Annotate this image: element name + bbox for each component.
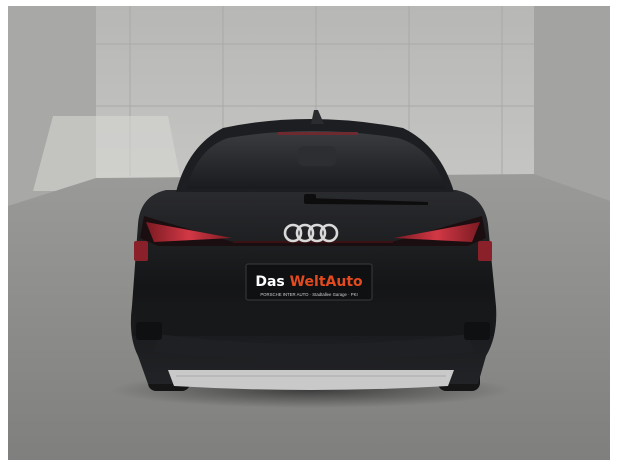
svg-text:Das WeltAuto: Das WeltAuto (255, 274, 363, 290)
rear-bumper (132, 306, 494, 336)
left-reflector (136, 322, 162, 340)
brake-light (278, 132, 358, 135)
plate-dealer-line: PORSCHE INTER AUTO · Stadtallee Garage ·… (260, 292, 357, 297)
wiper-arm (304, 194, 316, 204)
right-reflector (464, 322, 490, 340)
right-wall (534, 6, 610, 201)
left-side-light (134, 241, 148, 261)
interior-seat (298, 146, 336, 166)
photo-frame: Das WeltAuto PORSCHE INTER AUTO · Stadta… (8, 6, 610, 460)
license-plate: Das WeltAuto PORSCHE INTER AUTO · Stadta… (245, 263, 373, 301)
rear-diffuser (168, 370, 454, 390)
right-side-light (478, 241, 492, 261)
car-photo: Das WeltAuto PORSCHE INTER AUTO · Stadta… (8, 6, 610, 460)
plate-brand-das: Das (255, 274, 289, 290)
plate-brand-weltauto: WeltAuto (290, 274, 363, 290)
